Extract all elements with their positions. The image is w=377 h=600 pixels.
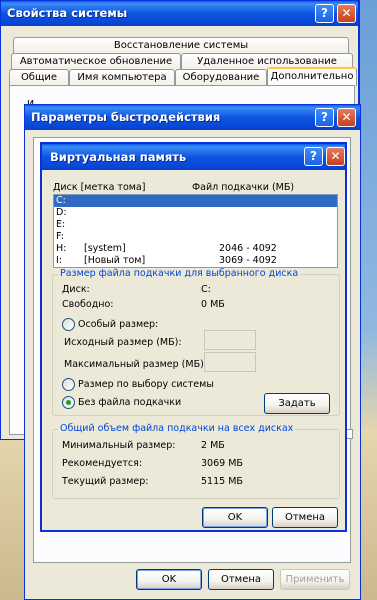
help-icon[interactable]: ? [304,147,323,166]
virtual-memory-titlebar[interactable]: Виртуальная память [42,144,345,170]
drive-letter: I: [56,255,63,266]
close-icon[interactable]: ✕ [337,4,356,23]
virtual-memory-dialog: Виртуальная память ? ✕ Диск [метка тома]… [40,142,347,532]
system-managed-radio[interactable] [62,378,75,391]
disk-value: C: [201,284,211,295]
drive-list[interactable]: C: D: E: F: H: [system] 2046 - 4092 I: [… [53,194,338,268]
list-item[interactable]: E: [54,219,337,231]
drive-letter: H: [56,243,67,254]
list-item[interactable]: D: [54,207,337,219]
current-size-value: 5115 МБ [201,476,243,487]
current-size-label: Текущий размер: [62,476,149,487]
tab-hardware[interactable]: Оборудование [175,69,267,86]
drive-letter: E: [56,219,66,230]
drive-label: [Новый том] [84,255,146,266]
system-properties-titlebar[interactable]: Свойства системы [1,1,358,26]
initial-size-field[interactable] [204,330,256,350]
drive-letter: F: [56,231,64,242]
tab-general[interactable]: Общие [9,69,69,86]
custom-size-radio[interactable] [62,318,75,331]
list-item[interactable]: I: [Новый том] 3069 - 4092 [54,255,337,267]
drive-letter: C: [56,195,66,206]
no-pagefile-label[interactable]: Без файла подкачки [78,397,181,409]
help-icon[interactable]: ? [315,4,334,23]
ok-button[interactable]: OK [136,569,202,590]
close-icon[interactable]: ✕ [326,147,345,166]
drive-pagefile: 2046 - 4092 [219,243,277,254]
set-button[interactable]: Задать [264,393,330,414]
no-pagefile-radio[interactable] [62,396,75,409]
custom-size-label[interactable]: Особый размер: [78,319,158,331]
apply-button[interactable]: Применить [280,569,350,590]
drive-pagefile: 3069 - 4092 [219,255,277,266]
drive-letter: D: [56,207,67,218]
list-item[interactable]: H: [system] 2046 - 4092 [54,243,337,255]
help-icon[interactable]: ? [315,108,334,127]
cancel-button[interactable]: Отмена [208,569,274,590]
min-size-value: 2 МБ [201,440,225,451]
initial-size-label: Исходный размер (МБ): [64,337,182,348]
selected-drive-group-title: Размер файла подкачки для выбранного дис… [58,268,301,280]
list-item[interactable]: F: [54,231,337,243]
performance-options-titlebar[interactable]: Параметры быстродействия [25,105,360,130]
cancel-button[interactable]: Отмена [272,507,338,528]
performance-options-title: Параметры быстродействия [31,110,221,124]
drive-label: [system] [84,243,126,254]
pagefile-column-header: Файл подкачки (МБ) [192,182,295,193]
system-properties-title: Свойства системы [7,6,128,20]
min-size-label: Минимальный размер: [62,440,176,451]
free-space-label: Свободно: [62,299,114,310]
drive-column-header: Диск [метка тома] [53,182,146,193]
recommended-label: Рекомендуется: [62,458,143,469]
max-size-label: Максимальный размер (МБ): [64,359,208,370]
ok-button[interactable]: OK [202,507,268,528]
list-item[interactable]: C: [54,195,337,207]
max-size-field[interactable] [204,352,256,372]
tab-automatic-updates[interactable]: Автоматическое обновление [11,53,181,70]
recommended-value: 3069 МБ [201,458,243,469]
disk-label: Диск: [62,284,90,295]
total-pagefile-group-title: Общий объем файла подкачки на всех диска… [58,423,296,435]
tab-computer-name[interactable]: Имя компьютера [69,69,175,86]
system-managed-label[interactable]: Размер по выбору системы [78,379,214,391]
tab-system-restore[interactable]: Восстановление системы [13,37,349,54]
close-icon[interactable]: ✕ [337,108,356,127]
virtual-memory-title: Виртуальная память [50,150,187,164]
tab-advanced[interactable]: Дополнительно [267,67,357,86]
free-space-value: 0 МБ [201,299,225,310]
